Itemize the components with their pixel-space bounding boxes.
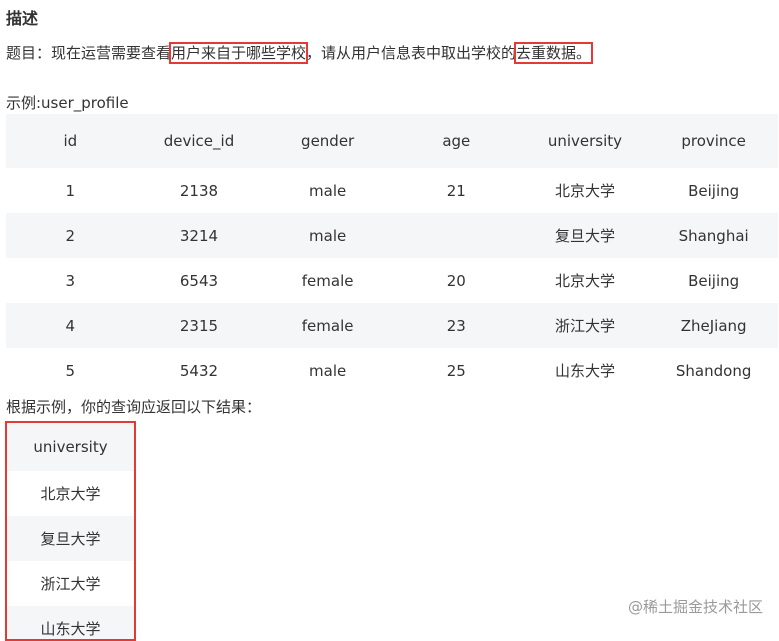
highlight-dedup: 去重数据。 <box>514 42 594 64</box>
cell-university: 浙江大学 <box>7 561 134 606</box>
cell-id: 3 <box>6 258 135 303</box>
table-row: 北京大学 <box>7 471 134 516</box>
cell-university: 浙江大学 <box>520 303 650 348</box>
table-row: 浙江大学 <box>7 561 134 606</box>
table-row: 2 3214 male 复旦大学 Shanghai <box>6 213 778 258</box>
cell-gender: female <box>263 258 392 303</box>
cell-university: 复旦大学 <box>520 213 650 258</box>
cell-university: 北京大学 <box>520 258 650 303</box>
cell-province: Beijing <box>649 258 778 303</box>
table-row: 4 2315 female 23 浙江大学 ZheJiang <box>6 303 778 348</box>
cell-university: 山东大学 <box>7 606 134 639</box>
result-highlight-box: university 北京大学 复旦大学 浙江大学 山东大学 <box>5 421 136 641</box>
cell-university: 北京大学 <box>520 168 650 213</box>
cell-device-id: 6543 <box>134 258 264 303</box>
section-heading: 描述 <box>6 9 39 28</box>
cell-province: Beijing <box>649 168 778 213</box>
watermark: @稀土掘金技术社区 <box>627 598 763 616</box>
cell-gender: male <box>263 213 392 258</box>
col-gender: gender <box>263 114 392 168</box>
col-province: province <box>649 114 778 168</box>
cell-university: 北京大学 <box>7 471 134 516</box>
table-row: 复旦大学 <box>7 516 134 561</box>
table-row: 山东大学 <box>7 606 134 639</box>
table-row: 5 5432 male 25 山东大学 Shandong <box>6 348 778 393</box>
cell-gender: female <box>263 303 392 348</box>
cell-id: 1 <box>6 168 135 213</box>
cell-province: Shandong <box>649 348 778 393</box>
cell-province: ZheJiang <box>649 303 778 348</box>
cell-gender: male <box>263 348 392 393</box>
question-middle: ，请从用户信息表中取出学校的 <box>306 44 517 62</box>
col-age: age <box>391 114 521 168</box>
cell-province: Shanghai <box>649 213 778 258</box>
col-university: university <box>7 423 134 471</box>
col-device-id: device_id <box>134 114 264 168</box>
cell-gender: male <box>263 168 392 213</box>
cell-age: 20 <box>391 258 521 303</box>
example-label: 示例:user_profile <box>6 94 129 112</box>
question-text: 题目：现在运营需要查看用户来自于哪些学校，请从用户信息表中取出学校的去重数据。 <box>6 42 594 64</box>
result-table-header: university <box>7 423 134 471</box>
question-prefix: 题目：现在运营需要查看 <box>6 44 172 62</box>
example-table-header: id device_id gender age university provi… <box>6 114 778 168</box>
col-university: university <box>520 114 650 168</box>
cell-device-id: 3214 <box>134 213 264 258</box>
table-row: 3 6543 female 20 北京大学 Beijing <box>6 258 778 303</box>
cell-university: 山东大学 <box>520 348 650 393</box>
result-table: university 北京大学 复旦大学 浙江大学 山东大学 <box>7 423 134 639</box>
cell-id: 2 <box>6 213 135 258</box>
cell-id: 4 <box>6 303 135 348</box>
col-id: id <box>6 114 135 168</box>
cell-age: 23 <box>391 303 521 348</box>
cell-age: 21 <box>391 168 521 213</box>
table-row: 1 2138 male 21 北京大学 Beijing <box>6 168 778 213</box>
cell-device-id: 2138 <box>134 168 264 213</box>
cell-age: 25 <box>391 348 521 393</box>
cell-device-id: 5432 <box>134 348 264 393</box>
example-table: id device_id gender age university provi… <box>6 114 778 393</box>
cell-university: 复旦大学 <box>7 516 134 561</box>
highlight-schools: 用户来自于哪些学校 <box>169 42 309 64</box>
cell-id: 5 <box>6 348 135 393</box>
cell-device-id: 2315 <box>134 303 264 348</box>
cell-age <box>391 213 521 258</box>
result-label: 根据示例，你的查询应返回以下结果： <box>6 398 262 416</box>
